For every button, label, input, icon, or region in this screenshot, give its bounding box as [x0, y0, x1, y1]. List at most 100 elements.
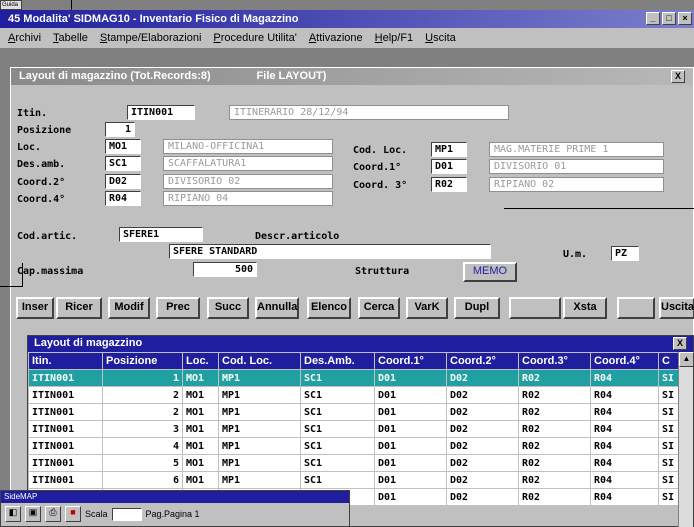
button-label: Uscita	[661, 301, 694, 313]
table-cell: R04	[590, 437, 659, 455]
column-header[interactable]: Des.Amb.	[300, 352, 375, 370]
table-row[interactable]: ITIN001 1 MO1 MP1 SC1 D01 D02 R02 R04 SI	[28, 369, 680, 387]
coord1-field[interactable]: D01	[431, 159, 467, 174]
button-dupl[interactable]: Dupl	[454, 297, 500, 319]
codloc-field[interactable]: MP1	[431, 142, 467, 157]
table-cell: D02	[446, 403, 519, 421]
table-cell: ITIN001	[28, 437, 103, 455]
um-field[interactable]: PZ	[611, 246, 639, 261]
table-cell: MP1	[218, 437, 301, 455]
close-button[interactable]: ×	[678, 12, 692, 25]
label-itin: Itin.	[17, 108, 48, 119]
coord4-desc-field: RIPIANO 04	[163, 191, 333, 206]
button-xsta[interactable]: Xsta	[563, 297, 607, 319]
open-icon[interactable]: ◧	[5, 506, 21, 522]
itin-field[interactable]: ITIN001	[127, 105, 195, 120]
coord3-field[interactable]: R02	[431, 177, 467, 192]
grid-titlebar: Layout di magazzino X	[28, 336, 693, 352]
button-vark[interactable]: VarK	[406, 297, 448, 319]
grid-close-button[interactable]: X	[673, 337, 687, 350]
button-cerca[interactable]: Cerca	[358, 297, 400, 319]
label-coord4: Coord.4°	[17, 194, 66, 205]
form-close-button[interactable]: X	[671, 70, 685, 83]
button-blank-12[interactable]	[617, 297, 655, 319]
label-coord3: Coord. 3°	[353, 180, 408, 191]
codartic-field[interactable]: SFERE1	[119, 227, 203, 242]
maximize-button[interactable]: □	[662, 12, 676, 25]
column-header[interactable]: Coord.4°	[590, 352, 659, 370]
save-icon[interactable]: ▣	[25, 506, 41, 522]
table-cell: 3	[102, 420, 183, 438]
table-row[interactable]: ITIN001 2 MO1 MP1 SC1 D01 D02 R02 R04 SI	[28, 386, 680, 404]
menu-item-6[interactable]: Uscita	[425, 32, 456, 44]
column-header[interactable]: Posizione	[102, 352, 183, 370]
column-header[interactable]: Coord.1°	[374, 352, 447, 370]
column-header[interactable]: Coord.3°	[518, 352, 591, 370]
column-header[interactable]: Loc.	[182, 352, 219, 370]
column-header[interactable]: C	[658, 352, 680, 370]
menu-item-5[interactable]: Help/F1	[375, 32, 414, 44]
posizione-field[interactable]: 1	[105, 122, 135, 137]
button-label: Modif	[114, 301, 144, 313]
table-cell: R04	[590, 471, 659, 489]
scroll-up-icon[interactable]: ▲	[679, 352, 694, 367]
button-blank-10[interactable]	[509, 297, 561, 319]
button-ricer[interactable]: Ricer	[56, 297, 102, 319]
table-row[interactable]: ITIN001 2 MO1 MP1 SC1 D01 D02 R02 R04 SI	[28, 403, 680, 421]
column-header[interactable]: Coord.2°	[446, 352, 519, 370]
table-cell: MO1	[182, 471, 219, 489]
coord2-desc-field: DIVISORIO 02	[163, 174, 333, 189]
table-row[interactable]: ITIN001 4 MO1 MP1 SC1 D01 D02 R02 R04 SI	[28, 437, 680, 455]
button-succ[interactable]: Succ	[207, 297, 249, 319]
descrart-field[interactable]: SFERE STANDARD	[169, 244, 491, 259]
desamb-field[interactable]: SC1	[105, 156, 141, 171]
grid-scrollbar[interactable]: ▲	[678, 352, 694, 527]
table-cell: D02	[446, 471, 519, 489]
form-title: Layout di magazzino (Tot.Records:8)	[19, 70, 211, 82]
table-cell: D02	[446, 437, 519, 455]
button-modif[interactable]: Modif	[108, 297, 150, 319]
memo-button[interactable]: MEMO	[463, 262, 517, 282]
menu-item-1[interactable]: Tabelle	[53, 32, 88, 44]
table-cell: SC1	[300, 437, 375, 455]
table-cell: D01	[374, 454, 447, 472]
menu-item-2[interactable]: Stampe/Elaborazioni	[100, 32, 202, 44]
table-row[interactable]: ITIN001 5 MO1 MP1 SC1 D01 D02 R02 R04 SI	[28, 454, 680, 472]
loc-field[interactable]: MO1	[105, 139, 141, 154]
button-annulla[interactable]: Annulla	[255, 297, 299, 319]
table-cell: MP1	[218, 403, 301, 421]
table-cell: D02	[446, 386, 519, 404]
column-header[interactable]: Cod. Loc.	[218, 352, 301, 370]
label-coord2: Coord.2°	[17, 177, 66, 188]
coord2-field[interactable]: D02	[105, 174, 141, 189]
table-row[interactable]: ITIN001 6 MO1 MP1 SC1 D01 D02 R02 R04 SI	[28, 471, 680, 489]
table-cell: D01	[374, 471, 447, 489]
menu-item-4[interactable]: Attivazione	[309, 32, 363, 44]
table-cell: R02	[518, 437, 591, 455]
menu-item-3[interactable]: Procedure Utilita'	[213, 32, 296, 44]
menu-item-0[interactable]: Archivi	[8, 32, 41, 44]
table-cell: D02	[446, 454, 519, 472]
button-uscita[interactable]: Uscita	[659, 297, 694, 319]
table-cell: SI	[658, 420, 680, 438]
label-struttura: Struttura	[355, 266, 410, 277]
button-elenco[interactable]: Elenco	[307, 297, 351, 319]
button-prec[interactable]: Prec	[156, 297, 200, 319]
table-cell: R04	[590, 488, 659, 506]
table-cell: ITIN001	[28, 471, 103, 489]
print-icon[interactable]: ⎙	[45, 506, 61, 522]
button-label: Dupl	[464, 301, 490, 313]
coord4-field[interactable]: R04	[105, 191, 141, 206]
button-label: Succ	[214, 301, 242, 313]
table-row[interactable]: ITIN001 3 MO1 MP1 SC1 D01 D02 R02 R04 SI	[28, 420, 680, 438]
column-header[interactable]: Itin.	[28, 352, 103, 370]
minimize-button[interactable]: _	[646, 12, 660, 25]
app-icon-corner: Guida	[0, 0, 22, 10]
button-label: Annulla	[257, 301, 298, 313]
zoom-select[interactable]	[111, 507, 142, 521]
stop-icon[interactable]: ■	[65, 506, 81, 522]
capmax-field[interactable]: 500	[193, 262, 257, 277]
table-cell: SC1	[300, 369, 375, 387]
form-titlebar: Layout di magazzino (Tot.Records:8) File…	[11, 68, 693, 85]
button-inser[interactable]: Inser	[16, 297, 54, 319]
